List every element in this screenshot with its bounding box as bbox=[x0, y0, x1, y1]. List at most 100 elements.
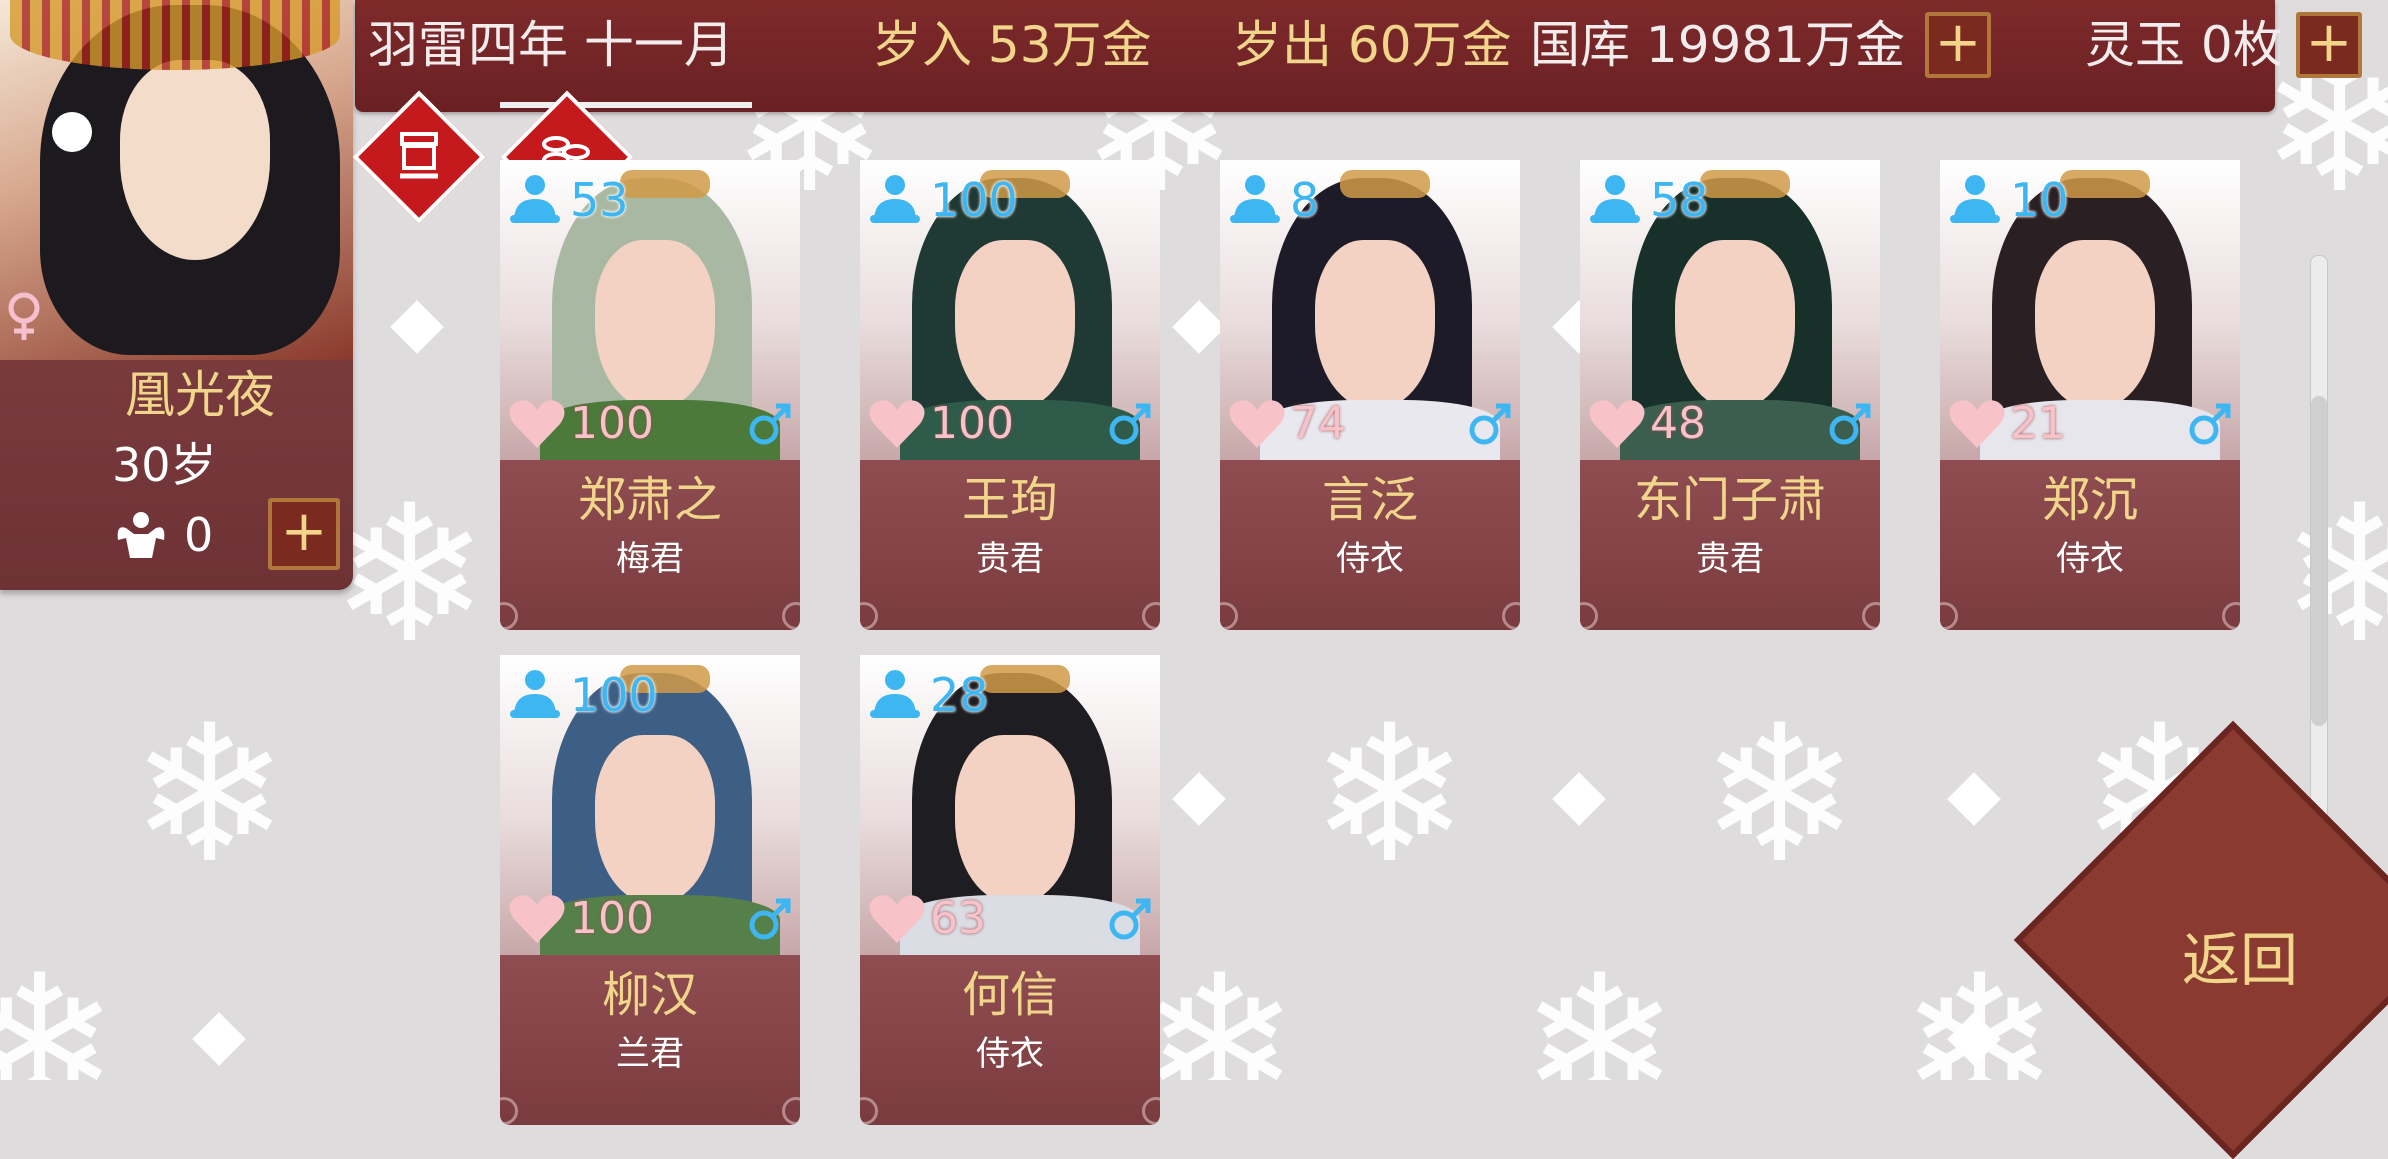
add-jade-button[interactable]: + bbox=[2296, 12, 2362, 78]
consort-nameplate: 言泛 侍衣 bbox=[1220, 460, 1520, 630]
consort-name: 东门子肃 bbox=[1633, 472, 1826, 528]
consort-rank: 贵君 bbox=[1696, 539, 1764, 579]
consort-rank: 梅君 bbox=[616, 539, 684, 579]
player-card[interactable]: 凰光夜 30岁 0 + bbox=[0, 0, 353, 590]
diamond-decoration bbox=[390, 300, 444, 354]
toggle-dot[interactable] bbox=[52, 112, 92, 152]
scrollbar[interactable] bbox=[2310, 255, 2328, 877]
consort-portrait: 28 63 bbox=[860, 655, 1160, 955]
consort-face bbox=[1675, 240, 1795, 410]
affection-stat: 74 bbox=[1226, 388, 1346, 458]
consort-portrait: 8 74 bbox=[1220, 160, 1520, 460]
consort-card[interactable]: 100 100 柳汉 兰君 bbox=[500, 655, 800, 1125]
diamond-decoration bbox=[192, 1012, 246, 1066]
energy-value: 100 bbox=[570, 668, 658, 722]
consort-portrait: 100 100 bbox=[500, 655, 800, 955]
male-icon bbox=[1109, 403, 1151, 445]
affection-value: 100 bbox=[570, 397, 654, 449]
meditation-icon bbox=[870, 175, 920, 223]
diamond-decoration bbox=[1552, 772, 1606, 826]
male-icon bbox=[749, 403, 791, 445]
male-icon bbox=[1109, 898, 1151, 940]
corner-ornament bbox=[1580, 602, 1598, 630]
consort-card[interactable]: 28 63 何信 侍衣 bbox=[860, 655, 1160, 1125]
add-treasury-button[interactable]: + bbox=[1925, 12, 1991, 78]
consort-face bbox=[1315, 240, 1435, 410]
corner-ornament bbox=[500, 602, 518, 630]
player-name: 凰光夜 bbox=[125, 366, 275, 424]
affection-stat: 63 bbox=[866, 883, 986, 953]
energy-value: 8 bbox=[1290, 173, 1320, 227]
consort-portrait: 100 100 bbox=[860, 160, 1160, 460]
consort-name: 郑肃之 bbox=[577, 472, 722, 528]
player-portrait bbox=[0, 0, 353, 360]
player-stat-value: 0 bbox=[184, 508, 214, 562]
snowflake-icon: ❄ bbox=[1310, 684, 1470, 905]
meditation-icon bbox=[510, 670, 560, 718]
snowflake-icon: ❄ bbox=[1900, 934, 2060, 1081]
energy-value: 53 bbox=[570, 173, 629, 227]
consort-nameplate: 何信 侍衣 bbox=[860, 955, 1160, 1125]
energy-value: 10 bbox=[2010, 173, 2069, 227]
consort-name: 言泛 bbox=[1321, 472, 1418, 528]
energy-stat: 100 bbox=[866, 168, 1018, 232]
consort-card[interactable]: 58 48 东门子肃 贵君 bbox=[1580, 160, 1880, 630]
male-icon bbox=[1829, 403, 1871, 445]
snowflake-icon: ❄ bbox=[1140, 934, 1300, 1081]
diamond-decoration bbox=[1172, 300, 1226, 354]
heart-icon bbox=[1229, 400, 1285, 448]
consort-face bbox=[595, 240, 715, 410]
consort-nameplate: 柳汉 兰君 bbox=[500, 955, 800, 1125]
back-button-label[interactable]: 返回 bbox=[2150, 920, 2330, 1000]
add-stat-button[interactable]: + bbox=[268, 498, 340, 570]
hair-ornament bbox=[2060, 170, 2150, 198]
consort-name: 何信 bbox=[961, 967, 1058, 1023]
consort-nameplate: 郑沉 侍衣 bbox=[1940, 460, 2240, 630]
heart-icon bbox=[869, 400, 925, 448]
consort-face bbox=[2035, 240, 2155, 410]
meditation-icon bbox=[1230, 175, 1280, 223]
corner-ornament bbox=[1220, 602, 1238, 630]
energy-stat: 58 bbox=[1586, 168, 1709, 232]
energy-value: 58 bbox=[1650, 173, 1709, 227]
energy-stat: 10 bbox=[1946, 168, 2069, 232]
meditation-icon bbox=[870, 670, 920, 718]
consort-nameplate: 郑肃之 梅君 bbox=[500, 460, 800, 630]
hair-ornament bbox=[1340, 170, 1430, 198]
affection-value: 74 bbox=[1290, 397, 1346, 449]
meditation-icon bbox=[1950, 175, 2000, 223]
consort-name: 王珣 bbox=[961, 472, 1058, 528]
affection-value: 21 bbox=[2010, 397, 2066, 449]
muscle-icon bbox=[117, 512, 165, 558]
snowflake-icon: ❄ bbox=[2280, 464, 2388, 685]
consort-card[interactable]: 53 100 郑肃之 梅君 bbox=[500, 160, 800, 630]
consort-rank: 贵君 bbox=[976, 539, 1044, 579]
energy-value: 100 bbox=[930, 173, 1018, 227]
consort-portrait: 10 21 bbox=[1940, 160, 2240, 460]
heart-icon bbox=[509, 895, 565, 943]
affection-stat: 100 bbox=[506, 883, 654, 953]
corner-ornament bbox=[1142, 1097, 1160, 1125]
jade-label: 灵玉 0枚 bbox=[2085, 16, 2283, 74]
consort-face bbox=[955, 735, 1075, 905]
energy-value: 28 bbox=[930, 668, 989, 722]
affection-value: 100 bbox=[930, 397, 1014, 449]
consort-portrait: 53 100 bbox=[500, 160, 800, 460]
female-icon bbox=[8, 292, 40, 340]
corner-ornament bbox=[860, 602, 878, 630]
corner-ornament bbox=[860, 1097, 878, 1125]
diamond-decoration bbox=[1947, 772, 2001, 826]
consort-card[interactable]: 10 21 郑沉 侍衣 bbox=[1940, 160, 2240, 630]
consort-name: 郑沉 bbox=[2041, 472, 2138, 528]
consort-card[interactable]: 100 100 王珣 贵君 bbox=[860, 160, 1160, 630]
treasury-label: 国库 19981万金 bbox=[1530, 16, 1905, 74]
energy-stat: 28 bbox=[866, 663, 989, 727]
scroll-thumb[interactable] bbox=[2311, 396, 2327, 726]
affection-stat: 100 bbox=[506, 388, 654, 458]
consort-rank: 兰君 bbox=[616, 1034, 684, 1074]
meditation-icon bbox=[510, 175, 560, 223]
consort-rank: 侍衣 bbox=[976, 1034, 1044, 1074]
player-crown bbox=[10, 0, 340, 70]
male-icon bbox=[1469, 403, 1511, 445]
consort-card[interactable]: 8 74 言泛 侍衣 bbox=[1220, 160, 1520, 630]
